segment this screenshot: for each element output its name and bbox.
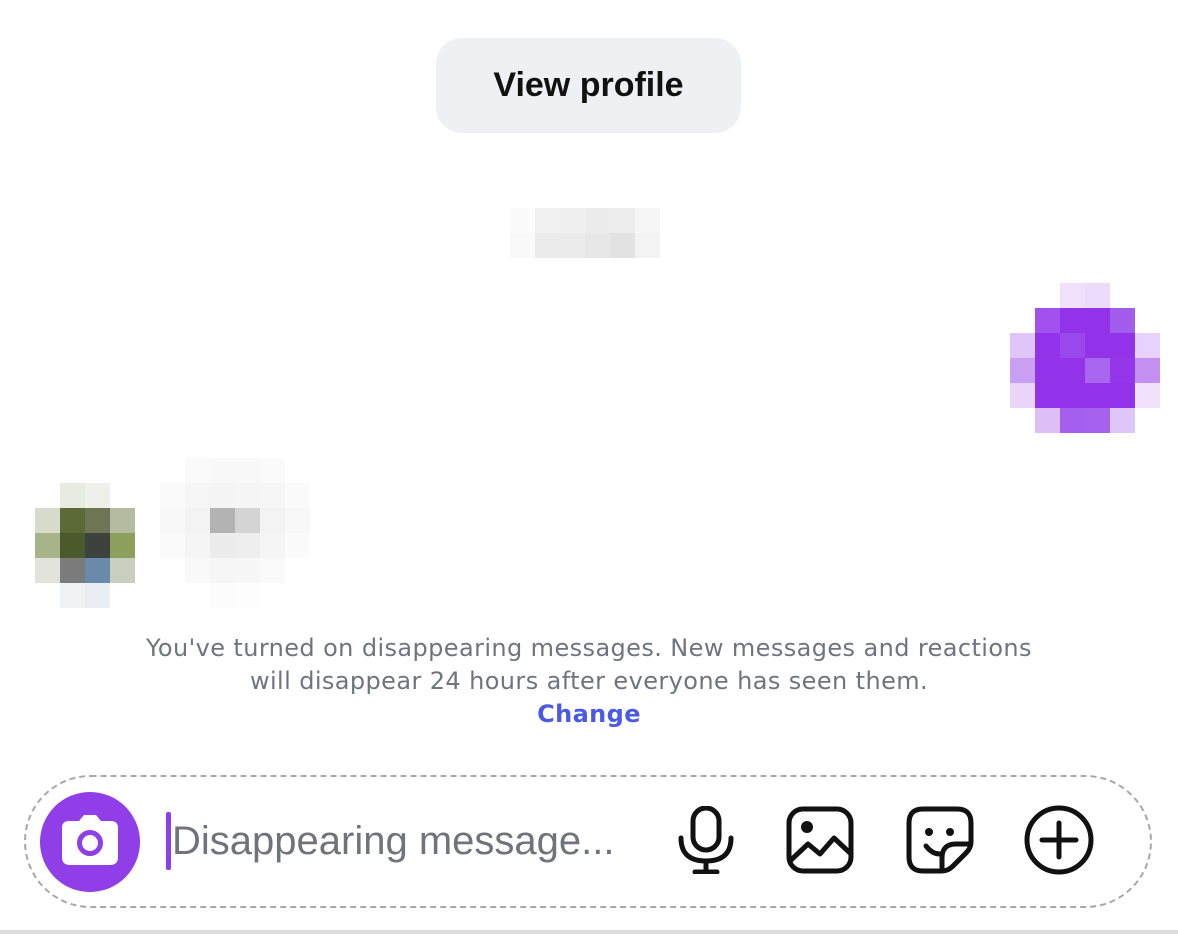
change-link[interactable]: Change	[537, 698, 641, 731]
more-options-button[interactable]	[1023, 805, 1095, 880]
sticker-button[interactable]	[904, 806, 976, 878]
image-gallery-icon	[786, 806, 854, 879]
notice-text: You've turned on disappearing messages. …	[146, 634, 1032, 695]
text-cursor	[166, 812, 171, 870]
message-input[interactable]	[172, 811, 652, 871]
bottom-divider	[0, 930, 1178, 934]
disappearing-messages-notice: You've turned on disappearing messages. …	[140, 632, 1038, 731]
redacted-received-message	[160, 458, 310, 608]
gallery-button[interactable]	[784, 806, 856, 878]
microphone-icon	[676, 805, 736, 879]
plus-circle-icon	[1024, 805, 1094, 880]
message-composer	[24, 775, 1152, 908]
redacted-sent-message	[1010, 283, 1160, 433]
sticker-icon	[906, 806, 974, 879]
camera-icon	[62, 814, 118, 870]
avatar[interactable]	[35, 483, 135, 608]
view-profile-button[interactable]: View profile	[436, 38, 741, 133]
voice-message-button[interactable]	[670, 805, 742, 879]
camera-button[interactable]	[40, 792, 140, 892]
redacted-timestamp	[510, 208, 660, 258]
